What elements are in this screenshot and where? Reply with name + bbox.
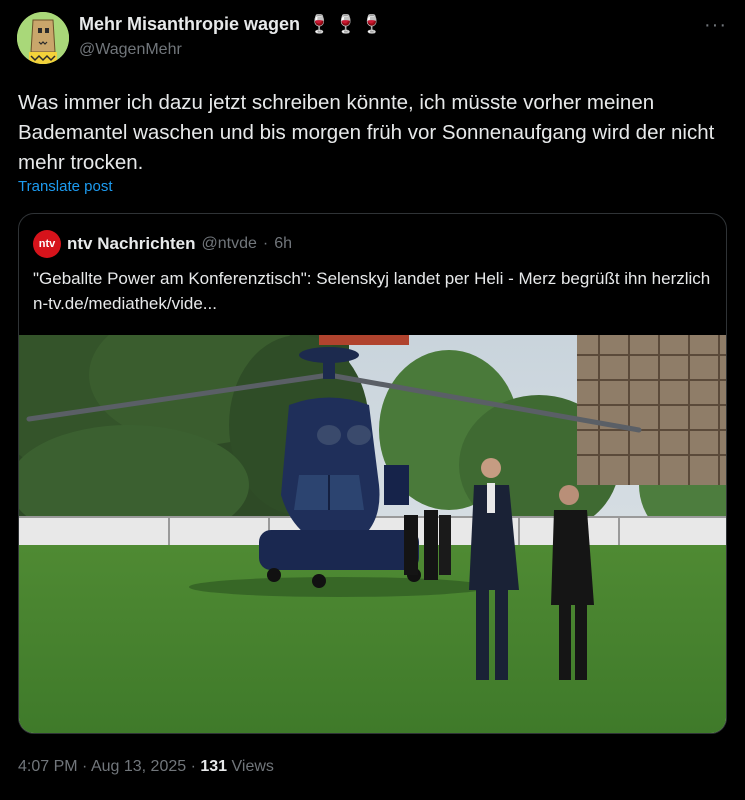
more-options-button[interactable]: ··· xyxy=(704,14,727,37)
paper-bag-head-icon xyxy=(17,12,69,64)
author-name-text: Mehr Misanthropie wagen xyxy=(79,14,301,34)
separator-dot: · xyxy=(82,758,88,775)
separator-dot: · xyxy=(190,758,196,775)
post-metadata: 4:07 PM · Aug 13, 2025 · 131 Views xyxy=(18,758,274,776)
quoted-tweet-text: "Geballte Power am Konferenztisch": Sele… xyxy=(33,269,711,313)
views-label: Views xyxy=(231,758,274,775)
ntv-logo-avatar[interactable]: ntv xyxy=(33,230,61,258)
helicopter-scene-image xyxy=(19,305,726,733)
more-horizontal-icon: ··· xyxy=(704,14,727,36)
quoted-tweet-header: ntv ntv Nachrichten @ntvde · 6h xyxy=(33,230,292,258)
quoted-author-name[interactable]: ntv Nachrichten xyxy=(67,234,195,254)
translate-post-link[interactable]: Translate post xyxy=(18,178,113,195)
author-block: Mehr Misanthropie wagen 🍷🍷🍷 @WagenMehr xyxy=(79,14,387,59)
views-count[interactable]: 131 xyxy=(200,758,227,775)
quoted-time[interactable]: 6h xyxy=(274,235,292,253)
wine-glass-icons: 🍷🍷🍷 xyxy=(308,14,388,34)
quoted-author-handle[interactable]: @ntvde xyxy=(201,235,256,253)
ntv-logo-text: ntv xyxy=(38,238,56,250)
author-handle[interactable]: @WagenMehr xyxy=(79,41,387,59)
post-date[interactable]: Aug 13, 2025 xyxy=(91,758,186,775)
avatar[interactable] xyxy=(17,12,69,64)
quoted-media-video[interactable] xyxy=(19,305,726,733)
quoted-tweet-card[interactable]: ntv ntv Nachrichten @ntvde · 6h "Geballt… xyxy=(18,213,727,734)
separator-dot: · xyxy=(262,235,269,252)
post-time[interactable]: 4:07 PM xyxy=(18,758,78,775)
tweet-text: Was immer ich dazu jetzt schreiben könnt… xyxy=(18,91,715,174)
author-display-name[interactable]: Mehr Misanthropie wagen 🍷🍷🍷 xyxy=(79,14,387,35)
